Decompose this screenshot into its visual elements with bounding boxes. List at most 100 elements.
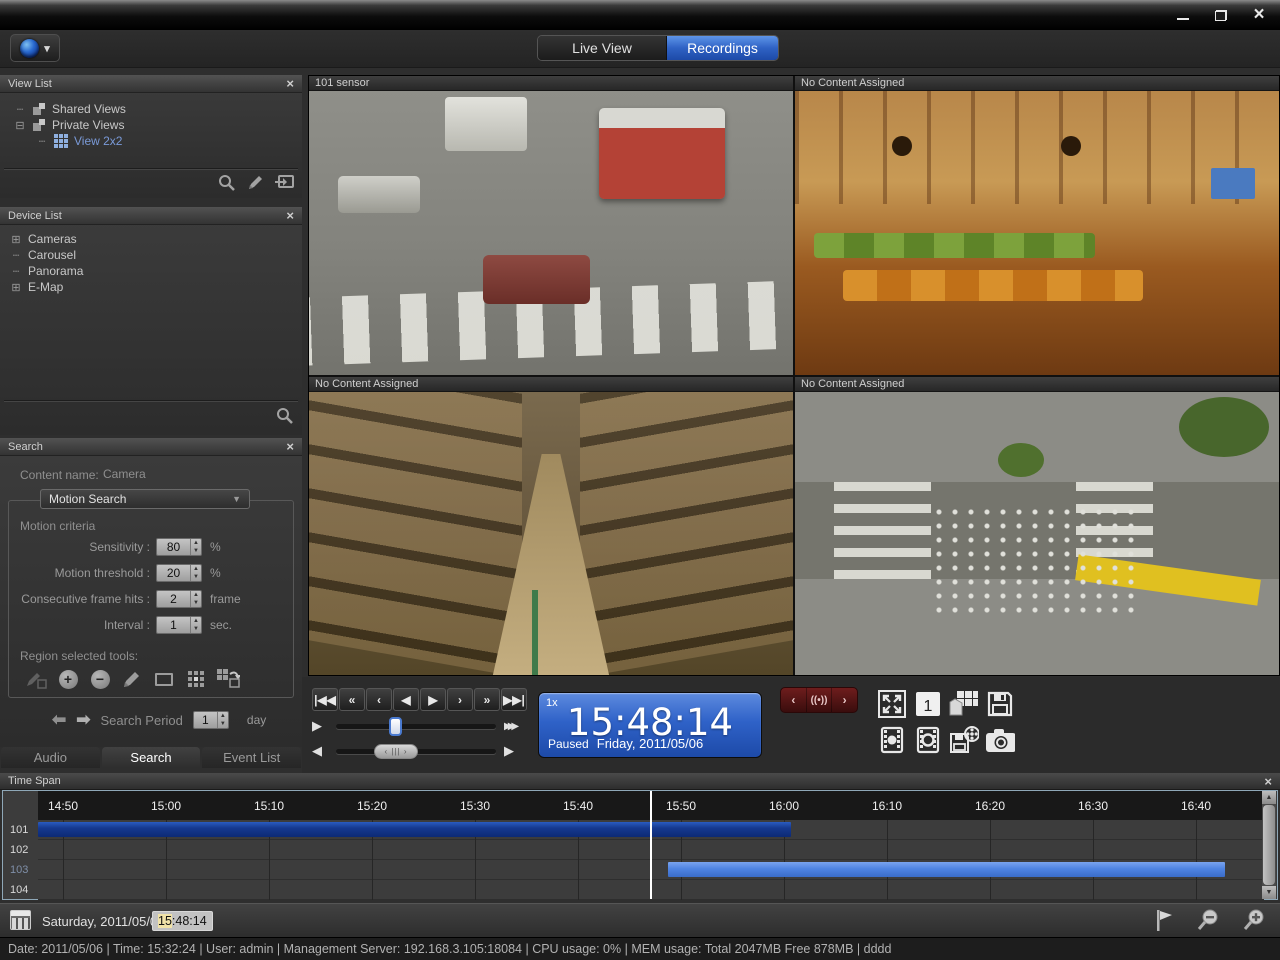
tree-item-view-2x2[interactable]: ┄ View 2x2 [14, 133, 302, 149]
scrollbar-thumb[interactable] [1263, 805, 1275, 885]
interval-input[interactable]: 1▲▼ [156, 616, 202, 634]
search-period-input[interactable]: 1▲▼ [193, 711, 229, 729]
view-list-panel: View List × ┄ Shared Views ⊟ Private Vie… [0, 75, 302, 198]
search-icon[interactable] [218, 174, 236, 192]
tab-recordings[interactable]: Recordings [666, 36, 778, 60]
timeline-panel: 14:5015:0015:1015:2015:3015:4015:5016:00… [2, 790, 1278, 900]
spinner-arrows-icon[interactable]: ▲▼ [217, 712, 228, 728]
grid-transfer-tool-icon[interactable] [216, 668, 240, 690]
device-list-close-icon[interactable]: × [286, 210, 294, 221]
expand-icon[interactable]: ⊞ [10, 281, 22, 294]
shuttle-left-icon[interactable]: ◀ [312, 743, 336, 759]
step-back-button[interactable]: ‹ [366, 688, 392, 711]
add-region-tool-icon[interactable]: + [56, 668, 80, 690]
scroll-down-icon[interactable]: ▼ [1262, 886, 1276, 899]
channel-label-102[interactable]: 102 [3, 840, 38, 860]
channel-label-104[interactable]: 104 [3, 880, 38, 900]
single-view-button[interactable]: 1 [913, 689, 943, 719]
timeline-zoom-in-icon[interactable] [1242, 908, 1266, 932]
minimize-button[interactable] [1172, 6, 1194, 24]
tree-item-shared-views[interactable]: ┄ Shared Views [14, 101, 302, 117]
frame-hits-input[interactable]: 2▲▼ [156, 590, 202, 608]
step-forward-button[interactable]: › [447, 688, 473, 711]
save-view-button[interactable] [985, 689, 1015, 719]
sensitivity-input[interactable]: 80▲▼ [156, 538, 202, 556]
tab-audio[interactable]: Audio [1, 747, 100, 768]
calendar-icon[interactable] [10, 910, 31, 930]
pencil-tool-icon[interactable] [120, 668, 144, 690]
timeline-playhead[interactable] [650, 791, 652, 899]
search-icon[interactable] [276, 407, 294, 425]
previous-event-button[interactable]: ‹ [781, 688, 806, 712]
video-tile-101[interactable]: 101 sensor [309, 76, 793, 375]
shuttle-slider[interactable]: ‹ ||| › [336, 749, 496, 754]
fast-forward-button[interactable]: » [474, 688, 500, 711]
tab-search[interactable]: Search [102, 747, 201, 768]
time-field-selected-segment[interactable]: 15 [158, 914, 172, 928]
broadcast-icon[interactable]: ((•)) [806, 688, 832, 712]
jump-end-button[interactable]: ▶▶| [501, 688, 527, 711]
search-type-dropdown[interactable]: Motion Search ▼ [40, 489, 250, 509]
flag-marker-icon[interactable] [1154, 908, 1174, 932]
play-icon[interactable]: ▶ [312, 718, 336, 734]
collapse-icon[interactable]: ⊟ [14, 119, 26, 132]
pencil-grid-tool-icon[interactable] [24, 668, 48, 690]
view-layouts-button[interactable] [949, 689, 979, 719]
tree-item-label: Carousel [28, 248, 76, 262]
assign-to-monitor-icon[interactable] [274, 174, 294, 192]
video-tile-grocery[interactable]: No Content Assigned [795, 76, 1279, 375]
search-close-icon[interactable]: × [286, 441, 294, 452]
video-tile-title: No Content Assigned [795, 76, 1279, 91]
next-period-arrow-icon[interactable]: ➡ [76, 710, 90, 730]
remove-region-tool-icon[interactable]: − [88, 668, 112, 690]
previous-period-arrow-icon[interactable]: ⬅ [52, 710, 66, 730]
tree-item-emap[interactable]: ⊞ E-Map [10, 279, 302, 295]
recording-bar-103[interactable] [668, 862, 1225, 877]
goto-time-field[interactable]: 15:48:14 [152, 911, 213, 931]
play-reverse-button[interactable]: ◀ [393, 688, 419, 711]
tab-live-view[interactable]: Live View [538, 36, 666, 60]
motion-threshold-input[interactable]: 20▲▼ [156, 564, 202, 582]
fullscreen-button[interactable] [877, 689, 907, 719]
mark-in-button[interactable] [877, 725, 907, 755]
channel-label-103[interactable]: 103 [3, 860, 38, 880]
spinner-arrows-icon[interactable]: ▲▼ [190, 565, 201, 581]
spinner-arrows-icon[interactable]: ▲▼ [190, 617, 201, 633]
view-list-close-icon[interactable]: × [286, 78, 294, 89]
play-forward-button[interactable]: ▶ [420, 688, 446, 711]
spinner-arrows-icon[interactable]: ▲▼ [190, 539, 201, 555]
jump-start-button[interactable]: |◀◀ [312, 688, 338, 711]
close-button[interactable]: × [1248, 6, 1270, 24]
speed-slider[interactable] [336, 724, 496, 729]
export-video-button[interactable] [949, 725, 979, 755]
scroll-up-icon[interactable]: ▲ [1262, 791, 1276, 804]
max-speed-icon[interactable]: ▶▶▶ [504, 721, 538, 732]
timespan-close-icon[interactable]: × [1264, 776, 1272, 787]
views-group-icon [32, 102, 46, 116]
timeline-scrollbar[interactable]: ▲ ▼ [1262, 791, 1276, 899]
rectangle-select-tool-icon[interactable] [152, 668, 176, 690]
next-event-button[interactable]: › [831, 688, 857, 712]
tab-event-list[interactable]: Event List [202, 747, 301, 768]
fast-rewind-button[interactable]: « [339, 688, 365, 711]
tree-item-panorama[interactable]: ┄ Panorama [10, 263, 302, 279]
snapshot-button[interactable] [985, 725, 1015, 755]
restore-button[interactable] [1210, 6, 1232, 24]
tree-item-carousel[interactable]: ┄ Carousel [10, 247, 302, 263]
video-tile-warehouse[interactable]: No Content Assigned [309, 377, 793, 676]
grid-select-tool-icon[interactable] [184, 668, 208, 690]
speed-slider-handle[interactable] [389, 717, 402, 736]
spinner-arrows-icon[interactable]: ▲▼ [190, 591, 201, 607]
timeline-zoom-out-icon[interactable] [1196, 908, 1220, 932]
shuttle-right-icon[interactable]: ▶ [504, 743, 528, 759]
tree-item-private-views[interactable]: ⊟ Private Views [14, 117, 302, 133]
video-tile-aerial[interactable]: No Content Assigned [795, 377, 1279, 676]
shuttle-handle[interactable]: ‹ ||| › [374, 744, 418, 759]
application-menu-button[interactable]: ▾ [10, 34, 60, 62]
recording-bar-101[interactable] [38, 822, 791, 837]
mark-out-button[interactable] [913, 725, 943, 755]
tree-item-cameras[interactable]: ⊞ Cameras [10, 231, 302, 247]
channel-label-101[interactable]: 101 [3, 820, 38, 840]
expand-icon[interactable]: ⊞ [10, 233, 22, 246]
edit-pencil-icon[interactable] [246, 174, 264, 192]
